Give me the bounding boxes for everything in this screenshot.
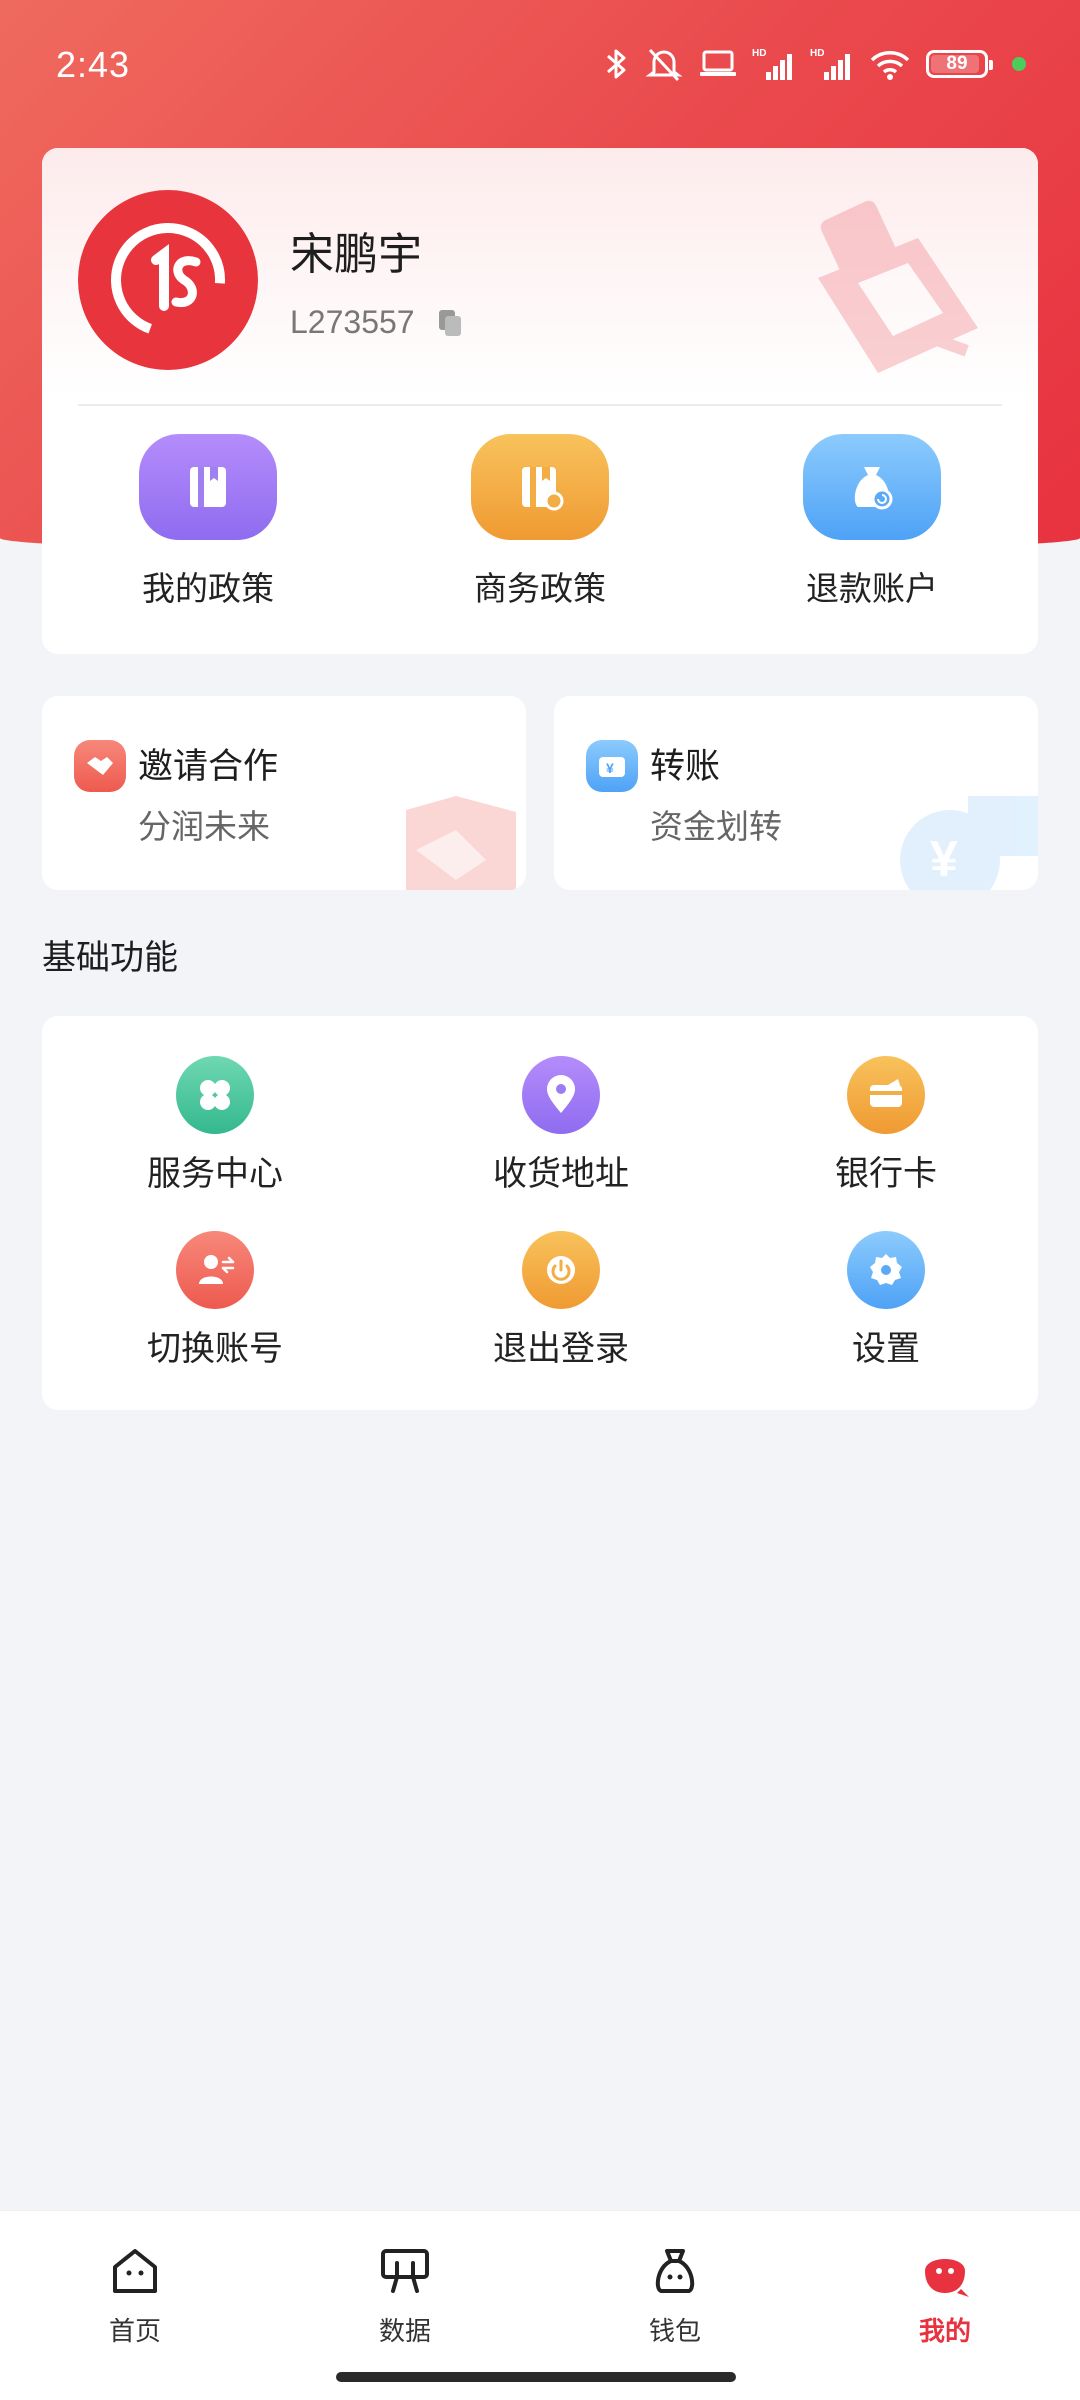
business-book-icon <box>471 434 609 540</box>
settings-item[interactable]: 设置 <box>734 1231 1038 1370</box>
location-pin-icon <box>522 1056 600 1134</box>
quick-actions: 我的政策 商务政策 退款账户 <box>42 434 1038 610</box>
basic-label: 银行卡 <box>835 1154 937 1194</box>
svg-text:HD: HD <box>810 48 824 59</box>
quick-action-refund-account[interactable]: 退款账户 <box>706 434 1038 610</box>
signal-hd-icon-2: HD <box>810 48 850 80</box>
nav-tab-wallet[interactable]: 钱包 <box>540 2241 810 2348</box>
status-bar: 2:43 HD HD 89 <box>0 0 1080 140</box>
signal-hd-icon: HD <box>752 48 792 80</box>
user-name: 宋鹏宇 <box>290 229 422 280</box>
bank-card-item[interactable]: 银行卡 <box>734 1056 1038 1195</box>
coin-decoration: ¥ <box>900 796 1038 890</box>
svg-text:¥: ¥ <box>606 760 614 776</box>
user-id: L273557 <box>290 304 415 340</box>
copy-icon[interactable] <box>437 308 463 338</box>
quick-action-my-policy[interactable]: 我的政策 <box>42 434 374 610</box>
profile-mascot-icon <box>915 2241 975 2301</box>
yuan-card-icon: ¥ <box>586 740 638 792</box>
battery-indicator: 89 <box>926 50 993 78</box>
invite-subtitle: 分润未来 <box>138 807 270 846</box>
transfer-title: 转账 <box>650 747 721 787</box>
divider <box>78 404 1002 406</box>
quick-action-label: 我的政策 <box>142 569 274 608</box>
switch-account-item[interactable]: 切换账号 <box>42 1231 388 1370</box>
wifi-icon <box>870 51 910 80</box>
nav-items: 首页 数据 钱包 我的 <box>0 2241 1080 2348</box>
service-center-item[interactable]: 服务中心 <box>42 1056 388 1195</box>
battery-level: 89 <box>946 53 968 74</box>
pos-terminal-illustration <box>818 200 978 373</box>
status-icons: HD HD 89 <box>604 44 1026 84</box>
transfer-card[interactable]: ¥ 转账 资金划转 ¥ <box>554 696 1038 890</box>
quick-action-label: 退款账户 <box>806 569 938 608</box>
shipping-address-item[interactable]: 收货地址 <box>388 1056 734 1195</box>
switch-user-icon <box>176 1231 254 1309</box>
home-indicator[interactable] <box>336 2372 736 2382</box>
power-icon <box>522 1231 600 1309</box>
logout-item[interactable]: 退出登录 <box>388 1231 734 1370</box>
basic-label: 设置 <box>852 1329 920 1369</box>
home-icon <box>105 2241 165 2301</box>
invite-partner-card[interactable]: 邀请合作 分润未来 <box>42 696 526 890</box>
refund-bag-icon <box>803 434 941 540</box>
user-id-row: L273557 <box>290 304 463 341</box>
bluetooth-icon <box>607 49 626 79</box>
policy-book-icon <box>139 434 277 540</box>
basic-label: 服务中心 <box>147 1154 283 1194</box>
brand-logo-mark <box>111 223 225 337</box>
bottom-nav: 首页 数据 钱包 我的 <box>0 2210 1080 2400</box>
service-grid-icon <box>176 1056 254 1134</box>
profile-card: 宋鹏宇 L273557 我的政策 商务政策 退款账户 <box>42 148 1038 654</box>
invite-title: 邀请合作 <box>138 747 279 787</box>
bank-card-icon <box>847 1056 925 1134</box>
laptop-icon <box>700 50 736 76</box>
basic-label: 退出登录 <box>493 1329 629 1369</box>
status-time: 2:43 <box>56 44 131 85</box>
quick-action-business-policy[interactable]: 商务政策 <box>374 434 706 610</box>
svg-text:HD: HD <box>752 48 766 59</box>
handshake-icon <box>74 740 126 792</box>
nav-label: 数据 <box>378 2317 431 2347</box>
basic-label: 切换账号 <box>147 1329 283 1369</box>
wallet-bag-icon <box>645 2241 705 2301</box>
settings-gear-icon <box>847 1231 925 1309</box>
basic-label: 收货地址 <box>493 1154 629 1194</box>
svg-text:¥: ¥ <box>930 831 958 887</box>
brand-logo <box>78 190 258 370</box>
privacy-dot <box>1012 57 1026 71</box>
nav-label: 钱包 <box>648 2317 701 2347</box>
nav-label: 首页 <box>108 2317 161 2347</box>
nav-tab-mine[interactable]: 我的 <box>810 2241 1080 2348</box>
nav-label: 我的 <box>918 2317 971 2347</box>
basic-functions-title: 基础功能 <box>42 938 178 978</box>
nav-tab-home[interactable]: 首页 <box>0 2241 270 2348</box>
transfer-subtitle: 资金划转 <box>650 807 782 846</box>
basic-functions-grid: 服务中心 收货地址 银行卡 切换账号 退出登录 设置 <box>42 1056 1038 1370</box>
mute-bell-icon <box>645 48 683 82</box>
data-board-icon <box>375 2241 435 2301</box>
basic-functions-card: 服务中心 收货地址 银行卡 切换账号 退出登录 设置 <box>42 1016 1038 1410</box>
nav-tab-data[interactable]: 数据 <box>270 2241 540 2348</box>
handshake-decoration <box>406 796 516 890</box>
quick-action-label: 商务政策 <box>474 569 606 608</box>
